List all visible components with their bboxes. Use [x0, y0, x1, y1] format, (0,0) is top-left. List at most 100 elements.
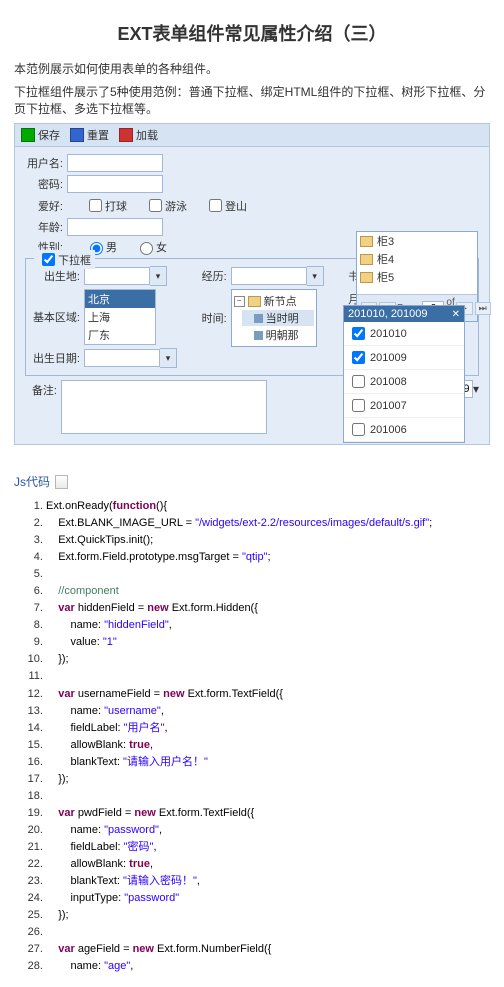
time-tree[interactable]: − 新节点 当时明 明朝那: [231, 289, 317, 347]
code-line: var usernameField = new Ext.form.TextFie…: [46, 686, 490, 703]
code-line: value: "1": [46, 634, 490, 651]
fieldset-title: 下拉框: [58, 252, 91, 268]
multiselect-option[interactable]: 201006: [344, 418, 464, 442]
hobby-swim[interactable]: 游泳: [145, 196, 187, 215]
option-label: 201007: [370, 400, 407, 412]
page-last-button[interactable]: ⏭: [475, 302, 491, 315]
hobby-ball[interactable]: 打球: [85, 196, 127, 215]
multiselect-header: 201010, 201009 ✕: [344, 306, 464, 322]
hobby-climb-label: 登山: [225, 198, 247, 214]
multiselect-header-text: 201010, 201009: [348, 308, 428, 320]
close-icon[interactable]: ✕: [452, 309, 460, 320]
base-area-list[interactable]: 北京 上海 厂东: [84, 289, 156, 345]
code-line: blankText: "请输入密码！",: [46, 873, 490, 890]
hobby-label: 爱好:: [21, 198, 63, 214]
code-block: Ext.onReady(function(){ Ext.BLANK_IMAGE_…: [14, 498, 490, 975]
code-line: //component: [46, 583, 490, 600]
save-button[interactable]: 保存: [21, 127, 60, 143]
age-input[interactable]: [67, 218, 163, 236]
option-checkbox[interactable]: [352, 327, 365, 340]
multiselect-option[interactable]: 201010: [344, 322, 464, 346]
list-item[interactable]: 上海: [85, 308, 155, 326]
code-line: [46, 788, 490, 805]
multiselect-option[interactable]: 201009: [344, 346, 464, 370]
reset-icon: [70, 128, 84, 142]
code-line: });: [46, 771, 490, 788]
code-line: Ext.BLANK_IMAGE_URL = "/widgets/ext-2.2/…: [46, 515, 490, 532]
experience-combo[interactable]: [231, 267, 307, 285]
option-label: 柜3: [377, 233, 394, 249]
tree-leaf[interactable]: 当时明: [242, 310, 314, 326]
tree-root-label: 新节点: [264, 293, 297, 309]
folder-icon: [248, 296, 261, 307]
code-line: allowBlank: true,: [46, 737, 490, 754]
code-line: Ext.onReady(function(){: [46, 498, 490, 515]
experience-trigger[interactable]: ▾: [307, 266, 324, 286]
reload-button[interactable]: 加载: [119, 127, 158, 143]
username-label: 用户名:: [21, 155, 63, 171]
tree-leaf[interactable]: 明朝那: [242, 327, 314, 343]
hobby-climb[interactable]: 登山: [205, 196, 247, 215]
age-label: 年龄:: [21, 219, 63, 235]
intro-1: 本范例展示如何使用表单的各种组件。: [14, 60, 490, 77]
remarks-textarea[interactable]: [61, 380, 267, 434]
save-label: 保存: [38, 127, 60, 143]
option-checkbox[interactable]: [352, 375, 365, 388]
sex-male-label: 男: [106, 239, 117, 255]
code-line: name: "username",: [46, 703, 490, 720]
reload-label: 加载: [136, 127, 158, 143]
code-label-text: Js代码: [14, 473, 50, 490]
collapse-icon[interactable]: −: [234, 296, 245, 307]
dropdown-option[interactable]: 柜5: [357, 268, 477, 286]
born-area-trigger[interactable]: ▾: [150, 266, 167, 286]
folder-icon: [360, 254, 373, 265]
code-line: var pwdField = new Ext.form.TextField({: [46, 805, 490, 822]
fieldset-toggle[interactable]: [42, 253, 55, 266]
copy-icon[interactable]: [55, 475, 68, 489]
multiselect-option[interactable]: 201008: [344, 370, 464, 394]
code-section-label: Js代码: [14, 473, 490, 490]
code-line: [46, 668, 490, 685]
option-checkbox[interactable]: [352, 423, 365, 436]
list-item[interactable]: 北京: [85, 290, 155, 308]
base-area-label: 基本区域:: [32, 309, 80, 325]
code-line: });: [46, 907, 490, 924]
code-line: var hiddenField = new Ext.form.Hidden({: [46, 600, 490, 617]
code-line: inputType: "password": [46, 890, 490, 907]
born-date-input[interactable]: [84, 349, 160, 367]
dropdown-option[interactable]: 柜3: [357, 232, 477, 250]
experience-label: 经历:: [179, 268, 227, 284]
month-trigger[interactable]: ▾: [473, 382, 479, 396]
code-line: fieldLabel: "密码",: [46, 839, 490, 856]
tree-root[interactable]: − 新节点: [234, 293, 314, 309]
month-multiselect-dropdown[interactable]: 201010, 201009 ✕ 201010 201009 201008 20…: [343, 305, 465, 443]
born-date-label: 出生日期:: [32, 350, 80, 366]
sex-female-label: 女: [156, 239, 167, 255]
folder-icon: [360, 236, 373, 247]
option-checkbox[interactable]: [352, 399, 365, 412]
born-area-combo[interactable]: [84, 267, 150, 285]
password-input[interactable]: [67, 175, 163, 193]
fieldset-legend[interactable]: 下拉框: [34, 250, 95, 269]
list-item[interactable]: 厂东: [85, 326, 155, 344]
born-date-trigger[interactable]: ▾: [160, 348, 177, 368]
code-line: fieldLabel: "用户名",: [46, 720, 490, 737]
reset-button[interactable]: 重置: [70, 127, 109, 143]
code-line: allowBlank: true,: [46, 856, 490, 873]
dropdown-option[interactable]: 柜4: [357, 250, 477, 268]
reset-label: 重置: [87, 127, 109, 143]
username-input[interactable]: [67, 154, 163, 172]
code-line: Ext.form.Field.prototype.msgTarget = "qt…: [46, 549, 490, 566]
reload-icon: [119, 128, 133, 142]
option-label: 201010: [370, 328, 407, 340]
multiselect-option[interactable]: 201007: [344, 394, 464, 418]
option-checkbox[interactable]: [352, 351, 365, 364]
form-toolbar: 保存 重置 加载: [14, 123, 490, 147]
sex-female[interactable]: 女: [135, 239, 167, 255]
save-icon: [21, 128, 35, 142]
tree-leaf-label: 当时明: [266, 310, 299, 326]
code-line: [46, 566, 490, 583]
option-label: 201009: [370, 352, 407, 364]
remarks-label: 备注:: [25, 380, 57, 398]
leaf-icon: [254, 314, 263, 323]
